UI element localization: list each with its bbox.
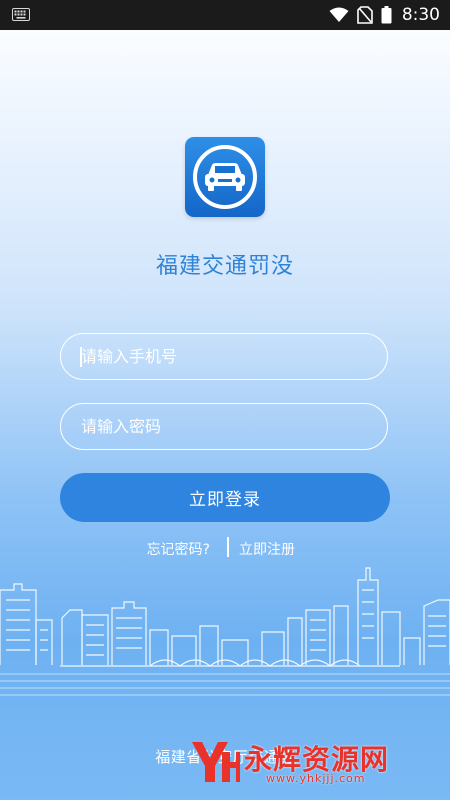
battery-icon [381, 6, 392, 24]
login-button[interactable]: 立即登录 [60, 473, 390, 522]
password-field[interactable] [60, 403, 388, 450]
app-title: 福建交通罚没 [155, 254, 294, 279]
keyboard-icon [12, 8, 30, 21]
password-input[interactable] [81, 404, 371, 448]
status-icons: 8:30 [329, 0, 440, 30]
watermark-logo-icon [192, 742, 240, 782]
no-sim-icon [357, 6, 373, 24]
status-bar: 8:30 [0, 0, 450, 30]
watermark: 永辉资源网 www.yhkjjj.com [188, 736, 448, 790]
forgot-password-link[interactable]: 忘记密码? [147, 539, 210, 559]
car-icon [193, 145, 257, 209]
link-divider [227, 537, 229, 557]
account-links: 忘记密码? 立即注册 [0, 537, 450, 559]
app-logo [185, 137, 265, 217]
status-time: 8:30 [401, 5, 440, 25]
watermark-url: www.yhkjjj.com [266, 772, 366, 785]
wifi-icon [329, 7, 349, 22]
phone-field[interactable] [60, 333, 388, 380]
city-skyline-illustration [0, 567, 450, 696]
phone-input[interactable] [81, 334, 371, 378]
register-link[interactable]: 立即注册 [239, 539, 295, 559]
